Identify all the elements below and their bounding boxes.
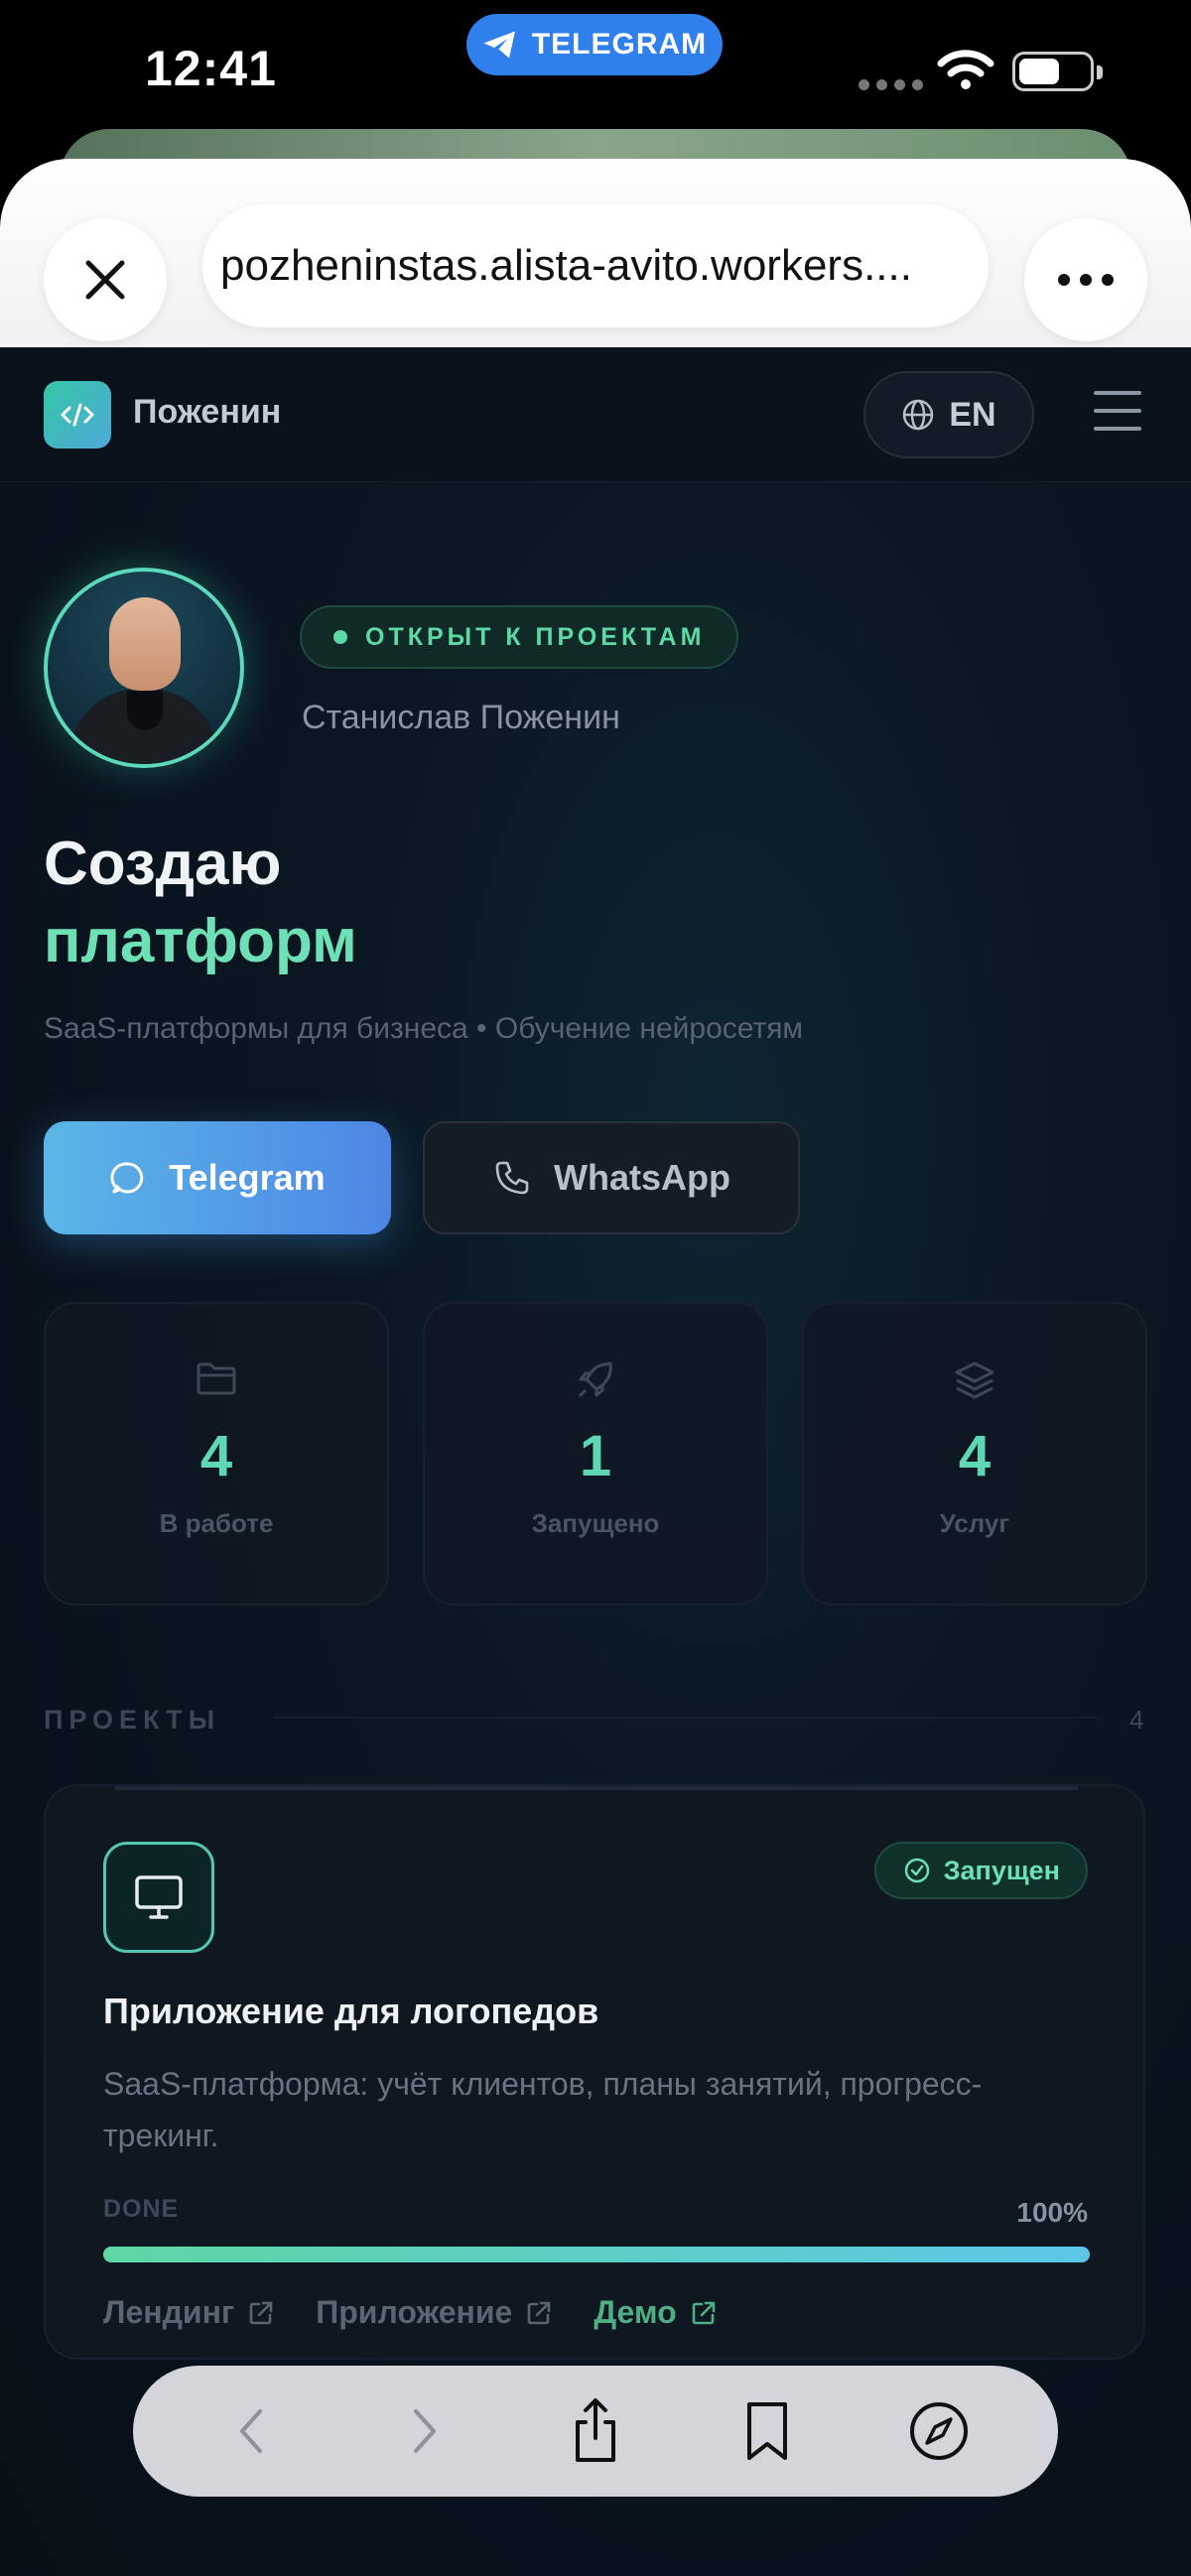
landing-link[interactable]: Лендинг (103, 2294, 276, 2331)
progress-fill (103, 2247, 1090, 2262)
phone-icon (495, 1161, 529, 1195)
availability-label: ОТКРЫТ К ПРОЕКТАМ (365, 622, 706, 651)
progress-bar (103, 2247, 1090, 2262)
open-in-safari-button[interactable] (894, 2386, 984, 2476)
hero-title-accent: платформ (44, 907, 357, 975)
stat-label: В работе (159, 1508, 274, 1538)
card-top-line (115, 1786, 1078, 1790)
section-divider (274, 1717, 1098, 1719)
whatsapp-button-label: WhatsApp (554, 1157, 730, 1198)
projects-section-title: ПРОЕКТЫ (44, 1705, 221, 1735)
paper-plane-icon (483, 31, 515, 59)
demo-link-label: Демо (594, 2294, 677, 2330)
logo-code-icon[interactable] (44, 381, 111, 449)
demo-link[interactable]: Демо (594, 2294, 718, 2331)
project-description: SaaS-платформа: учёт клиентов, планы зан… (103, 2066, 983, 2153)
share-icon (575, 2398, 615, 2462)
project-title: Приложение для логопедов (103, 1991, 599, 2031)
globe-icon (903, 399, 934, 431)
cellular-signal-icon (859, 79, 923, 90)
rocket-icon (579, 1361, 612, 1397)
clock: 12:41 (145, 41, 277, 96)
chevron-right-icon (414, 2409, 437, 2453)
project-status-badge: Запущен (873, 1842, 1088, 1899)
external-link-icon (692, 2301, 715, 2324)
status-bar: 12:41 TELEGRAM (0, 0, 1191, 139)
landing-link-label: Лендинг (103, 2294, 235, 2330)
forward-button[interactable] (379, 2386, 468, 2476)
wifi-icon (937, 50, 994, 89)
monitor-icon (103, 1842, 214, 1953)
stat-card-in-progress: 4 В работе (44, 1302, 389, 1606)
back-button[interactable] (207, 2386, 297, 2476)
project-card[interactable]: Запущен Приложение для логопедов SaaS-пл… (44, 1784, 1145, 2360)
project-status-label: Запущен (943, 1855, 1060, 1885)
brand-name[interactable]: Поженин (133, 393, 281, 432)
progress-percent: 100% (1016, 2197, 1088, 2228)
telegram-pill-label: TELEGRAM (531, 28, 708, 61)
app-link-label: Приложение (316, 2294, 513, 2330)
stat-label: Запущено (531, 1508, 660, 1538)
hamburger-menu-icon[interactable] (1094, 391, 1141, 431)
telegram-button-label: Telegram (169, 1157, 326, 1198)
avatar (44, 568, 244, 768)
chat-bubble-icon (110, 1162, 144, 1194)
compass-icon (909, 2402, 968, 2460)
close-icon (85, 260, 125, 300)
stat-value: 1 (579, 1424, 612, 1488)
chevron-left-icon (240, 2409, 263, 2453)
language-label: EN (949, 395, 996, 434)
share-button[interactable] (551, 2386, 640, 2476)
external-link-icon (249, 2301, 273, 2324)
more-options-button[interactable] (1024, 218, 1147, 341)
stat-card-services: 4 Услуг (802, 1302, 1147, 1606)
bookmarks-button[interactable] (723, 2386, 812, 2476)
telegram-button[interactable]: Telegram (44, 1121, 391, 1234)
language-button[interactable]: EN (863, 371, 1034, 458)
stat-value: 4 (199, 1424, 233, 1488)
site-header: Поженин EN (0, 347, 1191, 482)
hero-title: Создаю (44, 830, 282, 898)
stat-value: 4 (958, 1424, 992, 1488)
whatsapp-button[interactable]: WhatsApp (423, 1121, 800, 1234)
stat-card-launched: 1 Запущено (423, 1302, 768, 1606)
person-name: Станислав Поженин (302, 699, 620, 736)
battery-icon (1012, 52, 1103, 91)
browser-bottom-toolbar (133, 2366, 1058, 2497)
project-links: Лендинг Приложение Демо (103, 2294, 719, 2331)
availability-badge: ОТКРЫТ К ПРОЕКТАМ (300, 605, 739, 669)
projects-count: 4 (1129, 1705, 1144, 1735)
hero-subtitle: SaaS-платформы для бизнеса • Обучение не… (44, 1012, 804, 1045)
telegram-return-pill[interactable]: TELEGRAM (466, 14, 723, 75)
external-link-icon (528, 2301, 551, 2324)
app-link[interactable]: Приложение (316, 2294, 554, 2331)
url-field[interactable]: pozheninstas.alista-avito.workers.... (202, 204, 989, 327)
bookmark-icon (746, 2402, 787, 2460)
folder-icon (197, 1362, 236, 1395)
layers-icon (955, 1361, 994, 1399)
close-button[interactable] (44, 218, 167, 341)
web-page: Поженин EN ОТКРЫТ К ПРОЕКТАМ Станислав П… (0, 347, 1191, 2576)
status-dot-icon (333, 630, 347, 644)
progress-label: DONE (103, 2195, 180, 2223)
check-circle-icon (904, 1858, 929, 1883)
stat-label: Услуг (939, 1508, 1010, 1538)
